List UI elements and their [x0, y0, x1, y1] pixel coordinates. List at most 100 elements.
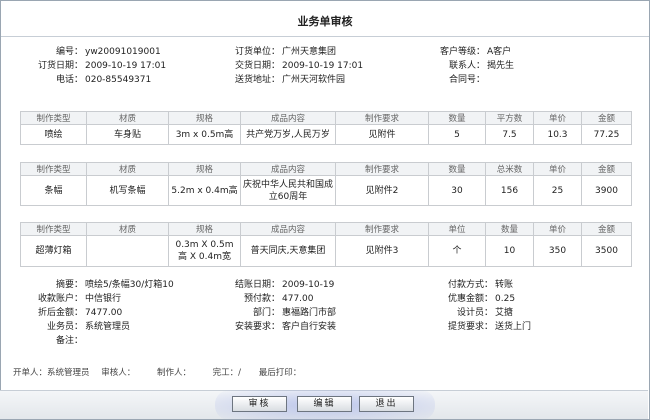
column-header: 材质	[86, 111, 169, 125]
column-header: 材质	[86, 162, 169, 176]
cell-unit-price: 350	[533, 235, 582, 267]
column-header: 规格	[168, 162, 241, 176]
cell-quantity: 5	[428, 124, 486, 145]
payment-method-label: 付款方式：	[447, 280, 493, 290]
order-info: 编号： yw20091019001 订货单位： 广州天意集团 客户等级： A客户 订货…	[1, 45, 649, 87]
table-row: 超薄灯箱 0.3m X 0.5m高 X 0.4m宽 普天同庆,天意集团 见附件3…	[20, 235, 632, 267]
creator: 开单人：系统管理员	[13, 368, 90, 378]
exit-button[interactable]: 退出	[359, 396, 414, 412]
column-header: 规格	[168, 222, 241, 236]
items-table-banner: 制作类型 材质 规格 成品内容 制作要求 数量 总米数 单价 金额 条幅 机写条…	[20, 162, 632, 206]
order-number: 编号： yw20091019001	[21, 45, 161, 59]
cell-area: 7.5	[485, 124, 534, 145]
column-header: 金额	[581, 111, 632, 125]
customer-level-value: A客户	[487, 47, 512, 57]
finish: 完工：/	[212, 368, 242, 378]
discounted-total: 折后金额： 7477.00	[21, 306, 122, 320]
column-header: 制作要求	[335, 111, 429, 125]
column-header: 制作要求	[335, 162, 429, 176]
cell-spec: 0.3m X 0.5m高 X 0.4m宽	[168, 235, 241, 267]
cell-quantity: 30	[428, 175, 486, 206]
order-date-label: 订货日期：	[37, 61, 83, 71]
column-header: 数量	[428, 111, 486, 125]
settlement-date: 结账日期： 2009-10-19	[226, 278, 334, 292]
discounted-total-label: 折后金额：	[37, 308, 83, 318]
audit-button[interactable]: 审核	[232, 396, 287, 412]
cell-unit: 个	[428, 235, 486, 267]
items-table-lightbox: 制作类型 材质 规格 成品内容 制作要求 单位 数量 单价 金额 超薄灯箱 0.…	[20, 222, 632, 267]
table-header-row: 制作类型 材质 规格 成品内容 制作要求 数量 平方数 单价 金额	[20, 111, 632, 125]
installation-requirement-label: 安装要求：	[234, 322, 280, 332]
discounted-total-value: 7477.00	[85, 308, 123, 318]
designer-label: 设计员：	[456, 308, 493, 318]
cell-material: 机写条幅	[86, 175, 169, 206]
column-header: 规格	[168, 111, 241, 125]
abstract-label: 摘要：	[55, 280, 83, 290]
column-header: 金额	[581, 162, 632, 176]
summary-row: 收款账户： 中信银行 预付款： 477.00 优惠金额： 0.25	[1, 292, 649, 306]
column-header: 制作类型	[20, 111, 87, 125]
prepayment-label: 预付款：	[243, 294, 280, 304]
info-row: 编号： yw20091019001 订货单位： 广州天意集团 客户等级： A客户	[1, 45, 649, 59]
prepayment-value: 477.00	[282, 294, 314, 304]
cell-type: 喷绘	[20, 124, 87, 145]
column-header: 数量	[428, 162, 486, 176]
edit-button[interactable]: 编辑	[297, 396, 352, 412]
cell-total-meters: 156	[485, 175, 534, 206]
remarks-label: 备注：	[55, 336, 83, 346]
column-header: 单价	[533, 111, 582, 125]
cell-unit-price: 25	[533, 175, 582, 206]
table-row: 喷绘 车身贴 3m x 0.5m高 共产党万岁,人民万岁 见附件 5 7.5 1…	[20, 124, 632, 145]
cell-quantity: 10	[485, 235, 534, 267]
column-header: 成品内容	[240, 222, 336, 236]
contract-number-label: 合同号：	[448, 75, 485, 85]
contact-person: 联系人： 揭先生	[431, 59, 514, 73]
column-header: 材质	[86, 222, 169, 236]
contact-person-value: 揭先生	[487, 61, 515, 71]
settlement-date-label: 结账日期：	[234, 280, 280, 290]
order-date-value: 2009-10-19 17:01	[85, 61, 167, 71]
column-header: 单位	[428, 222, 486, 236]
pickup-requirement-label: 提货要求：	[447, 322, 493, 332]
cell-content: 普天同庆,天意集团	[240, 235, 336, 267]
abstract-value: 喷绘5/条幅30/灯箱10	[85, 280, 174, 290]
cell-amount: 3500	[581, 235, 632, 267]
payment-method-value: 转账	[495, 280, 514, 290]
column-header: 制作要求	[335, 222, 429, 236]
delivery-date-value: 2009-10-19 17:01	[282, 61, 364, 71]
cell-requirement: 见附件	[335, 124, 429, 145]
footer-meta: 开单人：系统管理员 审核人： 制作人： 完工：/ 最后打印：	[13, 366, 304, 378]
cell-content: 庆祝中华人民共和国成立60周年	[240, 175, 336, 206]
salesperson-value: 系统管理员	[85, 322, 131, 332]
ordering-company-value: 广州天意集团	[282, 47, 337, 57]
discount-amount-value: 0.25	[495, 294, 516, 304]
info-row: 订货日期： 2009-10-19 17:01 交货日期： 2009-10-19 17…	[1, 59, 649, 73]
contract-number: 合同号：	[431, 73, 487, 87]
cell-spec: 5.2m x 0.4m高	[168, 175, 241, 206]
order-number-label: 编号：	[55, 47, 83, 57]
cell-amount: 3900	[581, 175, 632, 206]
column-header: 平方数	[485, 111, 534, 125]
cell-type: 条幅	[20, 175, 87, 206]
receiving-account-value: 中信银行	[85, 294, 122, 304]
audit-window: 业务单审核 编号： yw20091019001 订货单位： 广州天意集团 客户等级：…	[0, 0, 650, 420]
column-header: 单价	[533, 162, 582, 176]
payment-method: 付款方式： 转账	[431, 278, 513, 292]
column-header: 制作类型	[20, 222, 87, 236]
summary-row: 备注：	[1, 334, 649, 348]
table-row: 条幅 机写条幅 5.2m x 0.4m高 庆祝中华人民共和国成立60周年 见附件…	[20, 175, 632, 206]
order-number-value: yw20091019001	[85, 47, 161, 57]
discount-amount: 优惠金额： 0.25	[431, 292, 515, 306]
pickup-requirement: 提货要求： 送货上门	[431, 320, 531, 334]
column-header: 成品内容	[240, 111, 336, 125]
ordering-company-label: 订货单位：	[234, 47, 280, 57]
settlement-date-value: 2009-10-19	[282, 280, 335, 290]
order-summary: 摘要： 喷绘5/条幅30/灯箱10 结账日期： 2009-10-19 付款方式： 转账…	[1, 278, 649, 348]
page-title: 业务单审核	[297, 15, 353, 28]
cell-unit-price: 10.3	[533, 124, 582, 145]
pickup-requirement-value: 送货上门	[495, 322, 532, 332]
table-header-row: 制作类型 材质 规格 成品内容 制作要求 单位 数量 单价 金额	[20, 222, 632, 236]
customer-level: 客户等级： A客户	[431, 45, 511, 59]
salesperson: 业务员： 系统管理员	[21, 320, 130, 334]
receiving-account-label: 收款账户：	[37, 294, 83, 304]
